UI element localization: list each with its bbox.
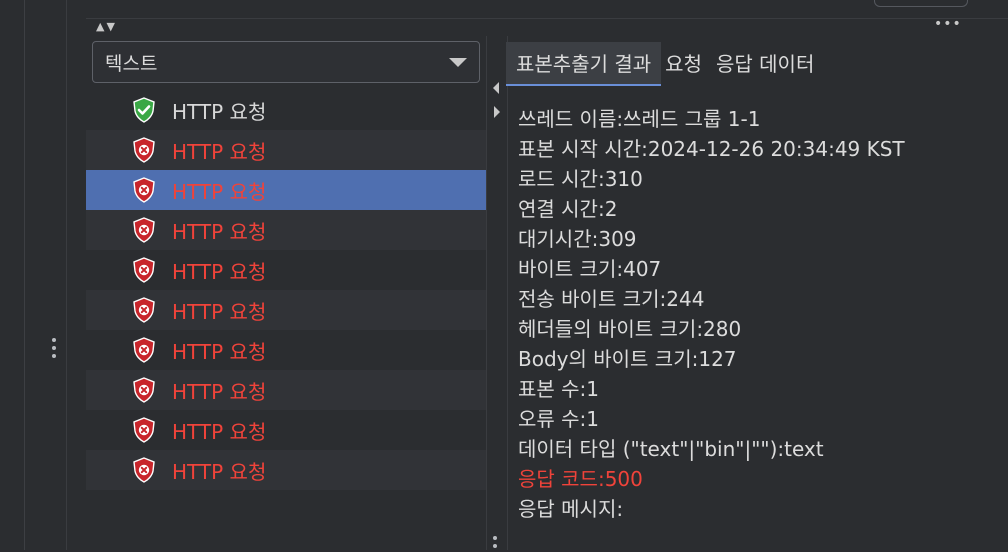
sampler-row[interactable]: HTTP 요청 xyxy=(86,90,486,130)
tab-request[interactable]: 요청 xyxy=(661,42,712,86)
collapse-right-icon[interactable] xyxy=(494,106,500,118)
result-line: 응답 메시지: xyxy=(518,497,624,521)
shield-x-icon xyxy=(130,216,158,244)
result-line: 표본 수:1 xyxy=(518,377,600,401)
sampler-row[interactable]: HTTP 요청 xyxy=(86,170,486,210)
tab-response-data[interactable]: 응답 데이터 xyxy=(712,42,824,86)
sampler-row-label: HTTP 요청 xyxy=(172,219,267,244)
sampler-row-label: HTTP 요청 xyxy=(172,379,267,404)
sampler-row[interactable]: HTTP 요청 xyxy=(86,370,486,410)
sampler-row-label: HTTP 요청 xyxy=(172,99,267,124)
detail-tabs: 표본추출기 결과 요청 응답 데이터 xyxy=(506,42,824,86)
result-line: 대기시간:309 xyxy=(518,227,637,251)
sampler-row[interactable]: HTTP 요청 xyxy=(86,210,486,250)
top-bar xyxy=(86,0,1008,19)
sampler-row[interactable]: HTTP 요청 xyxy=(86,450,486,490)
sampler-row-label: HTTP 요청 xyxy=(172,299,267,324)
renderer-select-value: 텍스트 xyxy=(105,52,158,75)
sampler-row[interactable]: HTTP 요청 xyxy=(86,330,486,370)
shield-x-icon xyxy=(130,256,158,284)
shield-x-icon xyxy=(130,336,158,364)
shield-x-icon xyxy=(130,376,158,404)
renderer-select[interactable]: 텍스트 xyxy=(92,41,480,83)
collapse-left-icon[interactable] xyxy=(493,82,499,94)
chevron-down-icon[interactable] xyxy=(449,57,467,67)
shield-x-icon xyxy=(130,136,158,164)
toolbar-button-edge[interactable] xyxy=(874,0,968,7)
tab-sampler-result[interactable]: 표본추출기 결과 xyxy=(506,42,662,86)
more-options-icon[interactable]: ••• xyxy=(934,16,962,32)
result-line: Body의 바이트 크기:127 xyxy=(518,347,737,371)
sampler-row-label: HTTP 요청 xyxy=(172,179,267,204)
sampler-row[interactable]: HTTP 요청 xyxy=(86,290,486,330)
left-gutter xyxy=(0,0,67,550)
shield-x-icon xyxy=(130,456,158,484)
result-line: 바이트 크기:407 xyxy=(518,257,662,281)
sampler-row-label: HTTP 요청 xyxy=(172,139,267,164)
sampler-row[interactable]: HTTP 요청 xyxy=(86,250,486,290)
result-line: 헤더들의 바이트 크기:280 xyxy=(518,317,742,341)
splitter-grip-icon[interactable] xyxy=(52,338,58,362)
sampler-row[interactable]: HTTP 요청 xyxy=(86,130,486,170)
result-detail-panel: 표본추출기 결과 요청 응답 데이터 쓰레드 이름:쓰레드 그룹 1-1 표본 시작 … xyxy=(506,36,1008,550)
sampler-row-label: HTTP 요청 xyxy=(172,339,267,364)
shield-x-icon xyxy=(130,416,158,444)
result-line: 표본 시작 시간:2024-12-26 20:34:49 KST xyxy=(518,137,905,161)
vertical-splitter[interactable] xyxy=(486,36,508,550)
sampler-result-text: 쓰레드 이름:쓰레드 그룹 1-1 표본 시작 시간:2024-12-26 20:… xyxy=(518,104,905,524)
collapse-arrows-icon[interactable]: ▲▼ xyxy=(96,20,117,33)
shield-check-icon xyxy=(130,96,158,124)
sampler-row-label: HTTP 요청 xyxy=(172,459,267,484)
result-line: 쓰레드 이름:쓰레드 그룹 1-1 xyxy=(518,107,761,131)
result-line: 전송 바이트 크기:244 xyxy=(518,287,705,311)
result-line: 응답 코드:500 xyxy=(518,467,643,491)
result-line: 로드 시간:310 xyxy=(518,167,643,191)
sampler-tree: HTTP 요청 HTTP 요청 HTTP 요청 HTTP 요청 HTTP 요청 HTTP … xyxy=(86,90,486,490)
result-line: 데이터 타입 ("text"|"bin"|""):text xyxy=(518,437,824,461)
gutter-line xyxy=(24,0,25,550)
sampler-row-label: HTTP 요청 xyxy=(172,419,267,444)
sampler-row[interactable]: HTTP 요청 xyxy=(86,410,486,450)
result-line: 오류 수:1 xyxy=(518,407,600,431)
result-line: 연결 시간:2 xyxy=(518,197,618,221)
sampler-row-label: HTTP 요청 xyxy=(172,259,267,284)
shield-x-icon xyxy=(130,176,158,204)
shield-x-icon xyxy=(130,296,158,324)
